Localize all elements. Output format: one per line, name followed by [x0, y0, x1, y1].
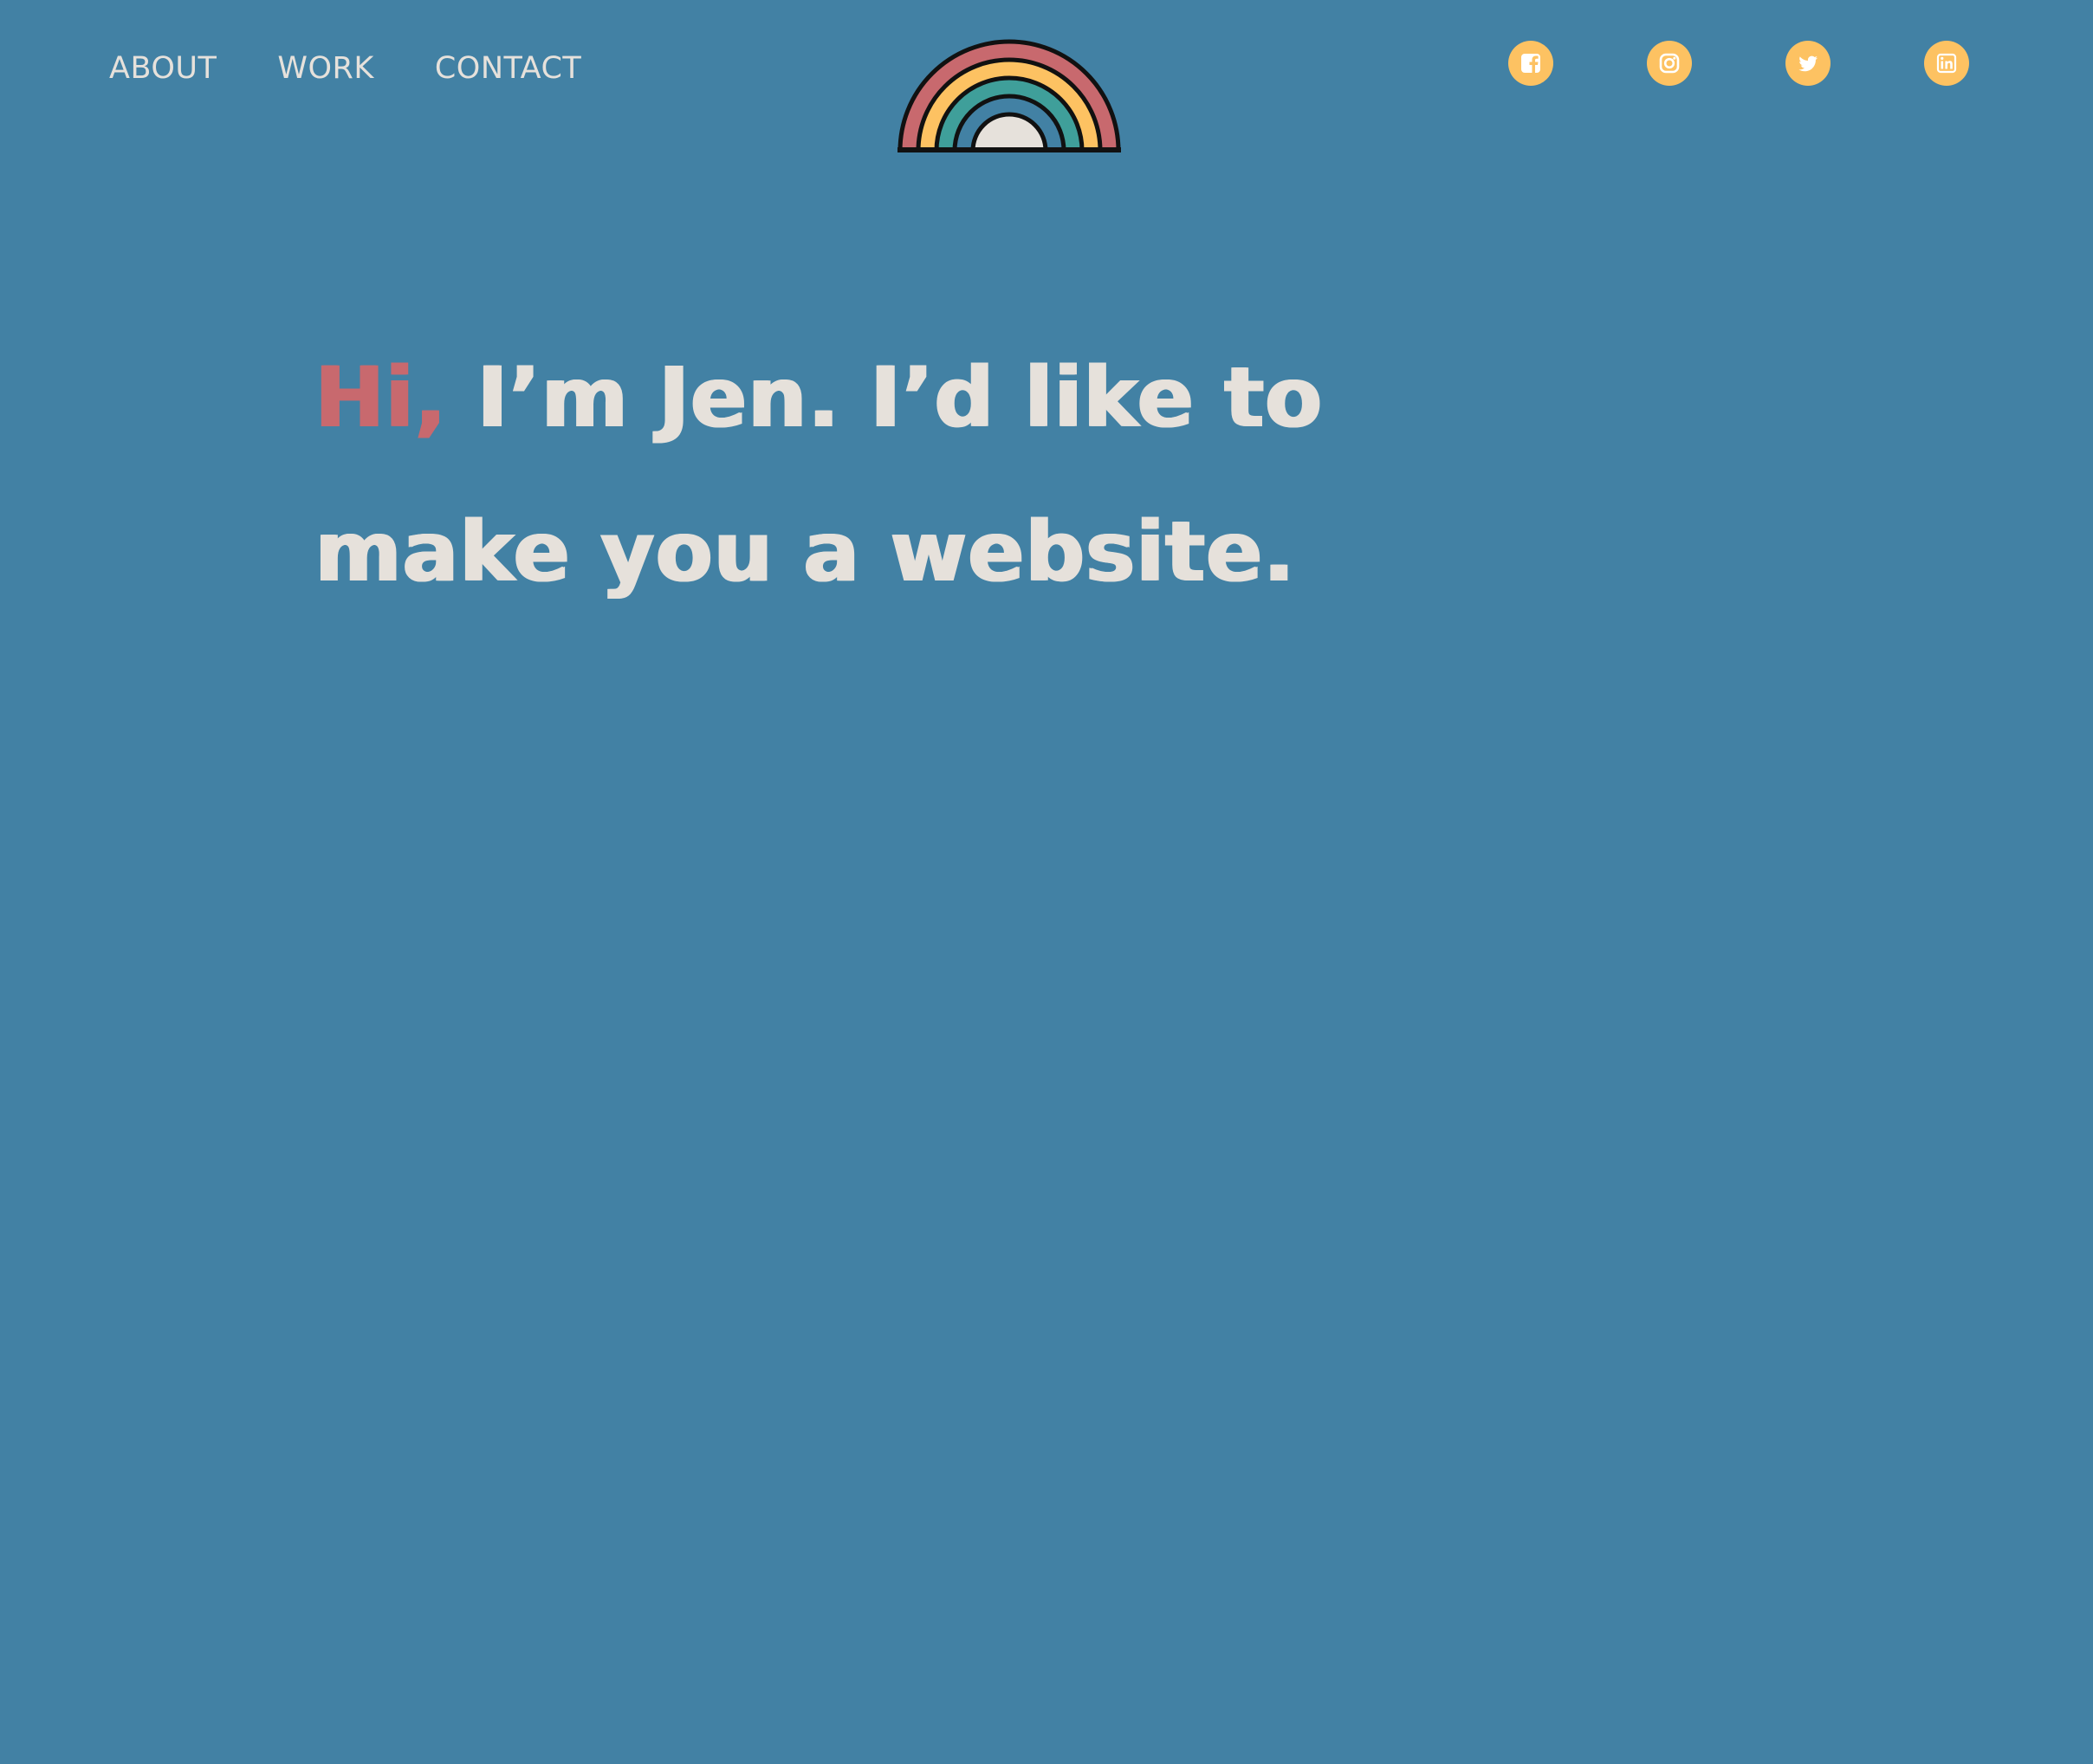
facebook-link[interactable] — [1508, 41, 1553, 86]
instagram-icon — [1659, 53, 1680, 74]
nav-menu: ABOUT WORK CONTACT — [109, 45, 581, 92]
top-navigation: ABOUT WORK CONTACT — [0, 0, 2093, 173]
hero-text: I’m Jen. I’d like to make you a website. — [314, 349, 1323, 600]
rainbow-icon — [897, 39, 1121, 153]
linkedin-link[interactable] — [1924, 41, 1969, 86]
nav-link-about[interactable]: ABOUT — [109, 51, 217, 86]
linkedin-icon — [1936, 53, 1957, 74]
nav-link-contact[interactable]: CONTACT — [435, 51, 581, 86]
twitter-link[interactable] — [1785, 41, 1831, 86]
nav-item-work: WORK — [277, 45, 373, 92]
twitter-icon — [1798, 55, 1818, 72]
nav-link-work[interactable]: WORK — [277, 51, 373, 86]
hero-heading: Hi, I’m Jen. I’d like to make you a webs… — [314, 321, 1527, 629]
rainbow-logo[interactable] — [896, 29, 1123, 153]
instagram-link[interactable] — [1647, 41, 1692, 86]
nav-item-contact: CONTACT — [435, 45, 581, 92]
hero-greeting: Hi, — [314, 349, 447, 446]
facebook-icon — [1521, 54, 1540, 73]
nav-item-about: ABOUT — [109, 45, 217, 92]
social-links — [1508, 41, 1969, 86]
